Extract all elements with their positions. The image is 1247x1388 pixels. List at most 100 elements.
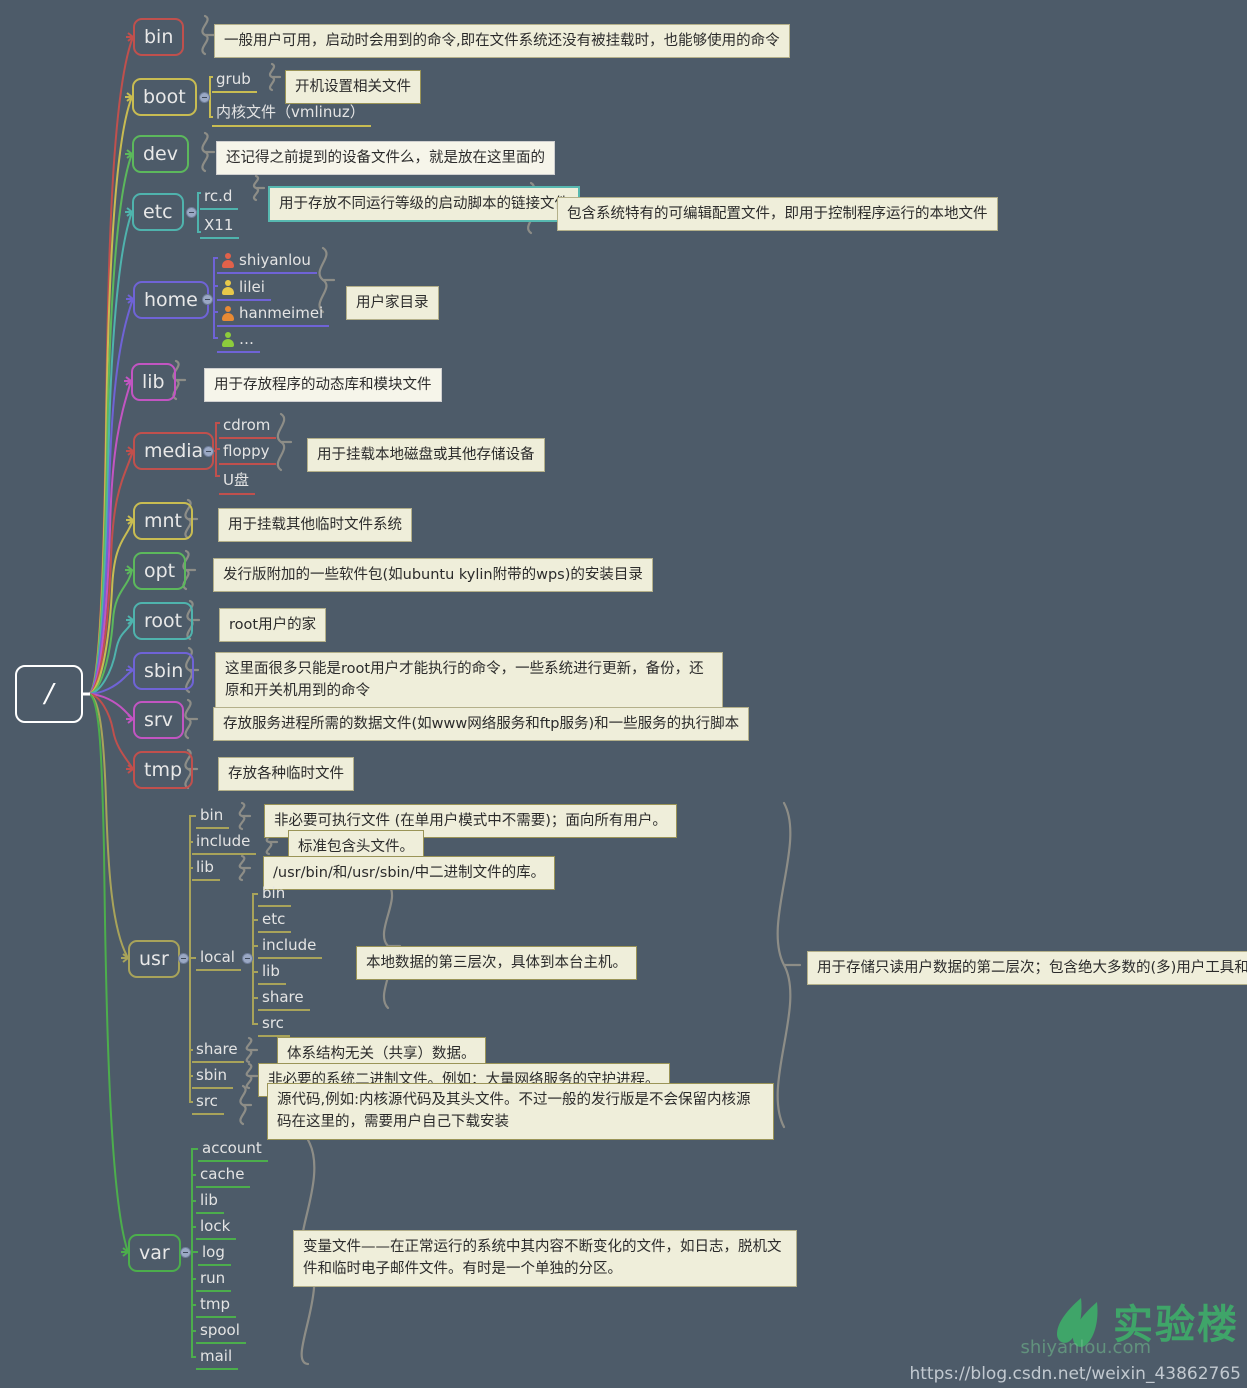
leaf-usr-share[interactable]: share: [192, 1039, 244, 1063]
node-bin[interactable]: bin: [133, 18, 185, 56]
leaf-label: include: [262, 936, 317, 954]
leaf-label: src: [262, 1014, 284, 1032]
note-lib: 用于存放程序的动态库和模块文件: [204, 368, 442, 403]
leaf-var-lib[interactable]: lib: [196, 1190, 224, 1214]
leaf-usr-src[interactable]: src: [192, 1091, 224, 1115]
leaf-var-account[interactable]: account: [198, 1138, 268, 1162]
collapse-handle-boot[interactable]: [199, 92, 210, 103]
node-usr[interactable]: usr: [128, 940, 180, 978]
collapse-handle-etc[interactable]: [186, 207, 197, 218]
note-usr: 用于存储只读用户数据的第二层次；包含绝大多数的(多)用户工具和应用程序: [807, 951, 1247, 986]
leaf-label: X11: [204, 216, 234, 234]
leaf-label: share: [262, 988, 304, 1006]
note-opt: 发行版附加的一些软件包(如ubuntu kylin附带的wps)的安装目录: [213, 558, 653, 593]
node-media[interactable]: media: [133, 432, 215, 470]
leaf-label: …: [239, 330, 254, 348]
watermark-sub: shiyanlou.com: [1020, 1337, 1151, 1358]
leaf-usr-local-lib[interactable]: lib: [258, 961, 286, 985]
leaf-var-log[interactable]: log: [198, 1242, 231, 1266]
leaf-usr-local-share[interactable]: share: [258, 987, 310, 1011]
node-home[interactable]: home: [133, 281, 209, 319]
leaf-usr-local-include[interactable]: include: [258, 935, 323, 959]
node-label: srv: [144, 709, 173, 731]
node-srv[interactable]: srv: [133, 701, 184, 739]
leaf-var-spool[interactable]: spool: [196, 1320, 246, 1344]
leaf-usr-bin[interactable]: bin: [196, 805, 230, 829]
leaf-home-lilei[interactable]: lilei: [217, 277, 271, 301]
node-label: mnt: [144, 510, 182, 532]
node-label: var: [139, 1242, 170, 1264]
node-label: media: [144, 440, 204, 462]
leaf-label: lib: [200, 1191, 218, 1209]
node-label: bin: [144, 26, 174, 48]
leaf-label: grub: [216, 70, 251, 88]
node-tmp[interactable]: tmp: [133, 751, 194, 789]
leaf-media-usb[interactable]: U盘: [219, 468, 255, 495]
leaf-home-hanmeimei[interactable]: hanmeimei: [217, 303, 330, 327]
collapse-handle-home[interactable]: [202, 294, 213, 305]
note-etc: 包含系统特有的可编辑配置文件，即用于控制程序运行的本地文件: [557, 197, 998, 232]
leaf-label: local: [200, 948, 235, 966]
leaf-label: share: [196, 1040, 238, 1058]
mindmap-canvas: / bin 一般用户可用，启动时会用到的命令,即在文件系统还没有被挂载时，也能够…: [0, 0, 1247, 1388]
node-label: boot: [143, 86, 186, 108]
node-label: sbin: [144, 660, 184, 682]
person-icon: [221, 306, 234, 321]
node-label: dev: [143, 143, 178, 165]
root-node[interactable]: /: [15, 665, 83, 723]
leaf-var-mail[interactable]: mail: [196, 1346, 239, 1370]
leaf-etc-rcd[interactable]: rc.d: [200, 186, 239, 210]
leaf-label: floppy: [223, 442, 270, 460]
leaf-label: etc: [262, 910, 286, 928]
node-mnt[interactable]: mnt: [133, 502, 193, 540]
person-icon: [221, 332, 234, 347]
leaf-label: lib: [262, 962, 280, 980]
leaf-boot-kernel[interactable]: 内核文件（vmlinuz）: [212, 100, 371, 127]
leaf-label: include: [196, 832, 251, 850]
node-root-dir[interactable]: root: [133, 602, 194, 640]
note-bin: 一般用户可用，启动时会用到的命令,即在文件系统还没有被挂载时，也能够使用的命令: [214, 24, 790, 59]
node-lib[interactable]: lib: [131, 363, 176, 401]
leaf-label: lib: [196, 858, 214, 876]
note-dev: 还记得之前提到的设备文件么，就是放在这里面的: [216, 141, 555, 176]
leaf-usr-local-etc[interactable]: etc: [258, 909, 292, 933]
leaf-media-cdrom[interactable]: cdrom: [219, 415, 277, 439]
node-label: opt: [144, 560, 176, 582]
node-boot[interactable]: boot: [132, 78, 197, 116]
leaf-label: 内核文件（vmlinuz）: [216, 103, 365, 121]
leaf-label: cdrom: [223, 416, 271, 434]
node-opt[interactable]: opt: [133, 552, 187, 590]
leaf-label: hanmeimei: [239, 304, 324, 322]
leaf-usr-lib[interactable]: lib: [192, 857, 220, 881]
leaf-var-tmp[interactable]: tmp: [196, 1294, 237, 1318]
note-usr-src: 源代码,例如:内核源代码及其头文件。不过一般的发行版是不会保留内核源码在这里的，…: [267, 1083, 774, 1140]
node-var[interactable]: var: [128, 1234, 181, 1272]
node-etc[interactable]: etc: [132, 193, 184, 231]
collapse-handle-usr-local[interactable]: [242, 953, 253, 964]
leaf-home-more[interactable]: …: [217, 329, 260, 353]
leaf-boot-grub[interactable]: grub: [212, 69, 257, 93]
node-sbin[interactable]: sbin: [133, 652, 195, 690]
leaf-var-run[interactable]: run: [196, 1268, 232, 1292]
node-label: tmp: [144, 759, 183, 781]
leaf-usr-sbin[interactable]: sbin: [192, 1065, 234, 1089]
collapse-handle-usr[interactable]: [178, 953, 189, 964]
node-label: root: [144, 610, 183, 632]
node-label: lib: [142, 371, 165, 393]
leaf-media-floppy[interactable]: floppy: [219, 441, 276, 465]
note-srv: 存放服务进程所需的数据文件(如www网络服务和ftp服务)和一些服务的执行脚本: [213, 707, 750, 742]
collapse-handle-var[interactable]: [180, 1247, 191, 1258]
leaf-etc-x11[interactable]: X11: [200, 215, 240, 239]
leaf-label: cache: [200, 1165, 245, 1183]
leaf-label: account: [202, 1139, 262, 1157]
leaf-usr-local-bin[interactable]: bin: [258, 883, 292, 907]
leaf-var-cache[interactable]: cache: [196, 1164, 251, 1188]
leaf-usr-local[interactable]: local: [196, 947, 241, 971]
leaf-usr-include[interactable]: include: [192, 831, 257, 855]
note-root-dir: root用户的家: [219, 608, 327, 643]
leaf-var-lock[interactable]: lock: [196, 1216, 237, 1240]
node-dev[interactable]: dev: [132, 135, 189, 173]
collapse-handle-media[interactable]: [203, 446, 214, 457]
leaf-usr-local-src[interactable]: src: [258, 1013, 290, 1037]
leaf-home-shiyanlou[interactable]: shiyanlou: [217, 250, 317, 274]
